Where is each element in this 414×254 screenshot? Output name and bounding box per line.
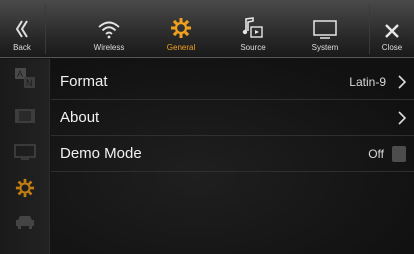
sidebar: A N (0, 59, 50, 254)
svg-text:A: A (17, 69, 23, 79)
gear-icon (15, 178, 35, 198)
chevron-right-icon (398, 111, 406, 125)
double-chevron-left-icon (15, 20, 28, 38)
tab-source[interactable]: Source (220, 0, 286, 58)
top-bar: Back Wireless General Source System Clos… (0, 0, 414, 58)
gear-icon (171, 18, 191, 38)
tab-wireless[interactable]: Wireless (76, 0, 142, 58)
tab-general-label: General (166, 43, 196, 52)
sidebar-item-screen[interactable] (13, 141, 37, 163)
car-icon (16, 216, 34, 229)
tab-system-label: System (311, 43, 339, 52)
settings-screen: Back Wireless General Source System Clos… (0, 0, 414, 254)
back-label: Back (13, 43, 31, 52)
setting-row-demo-mode[interactable]: Demo Mode Off (51, 136, 414, 172)
back-button[interactable]: Back (0, 0, 44, 58)
close-icon (385, 24, 399, 38)
chevron-right-icon (398, 75, 406, 89)
setting-title: About (60, 109, 100, 126)
wifi-icon (98, 21, 120, 39)
demo-mode-toggle[interactable] (392, 146, 406, 162)
sidebar-item-visual[interactable] (13, 105, 37, 127)
film-icon (15, 109, 35, 123)
settings-list: Format Latin-9 About Demo Mode Off (51, 59, 414, 254)
setting-row-format[interactable]: Format Latin-9 (51, 64, 414, 100)
tab-source-label: Source (240, 43, 266, 52)
music-source-icon (242, 17, 263, 38)
setting-title: Format (60, 73, 108, 90)
monitor-icon (313, 20, 337, 39)
svg-text:N: N (26, 78, 33, 88)
sidebar-item-vehicle[interactable] (13, 211, 37, 233)
screen-icon (14, 144, 36, 160)
setting-title: Demo Mode (60, 145, 142, 162)
setting-value: Off (368, 146, 384, 161)
tab-general[interactable]: General (148, 0, 214, 58)
setting-row-about[interactable]: About (51, 100, 414, 136)
language-icon: A N (15, 68, 35, 88)
setting-value: Latin-9 (349, 74, 386, 89)
tab-wireless-label: Wireless (93, 43, 125, 52)
tab-system[interactable]: System (292, 0, 358, 58)
sidebar-item-general[interactable] (13, 177, 37, 199)
close-button[interactable]: Close (370, 0, 414, 58)
sidebar-item-language[interactable]: A N (13, 67, 37, 89)
divider (45, 4, 46, 54)
close-label: Close (381, 43, 403, 52)
